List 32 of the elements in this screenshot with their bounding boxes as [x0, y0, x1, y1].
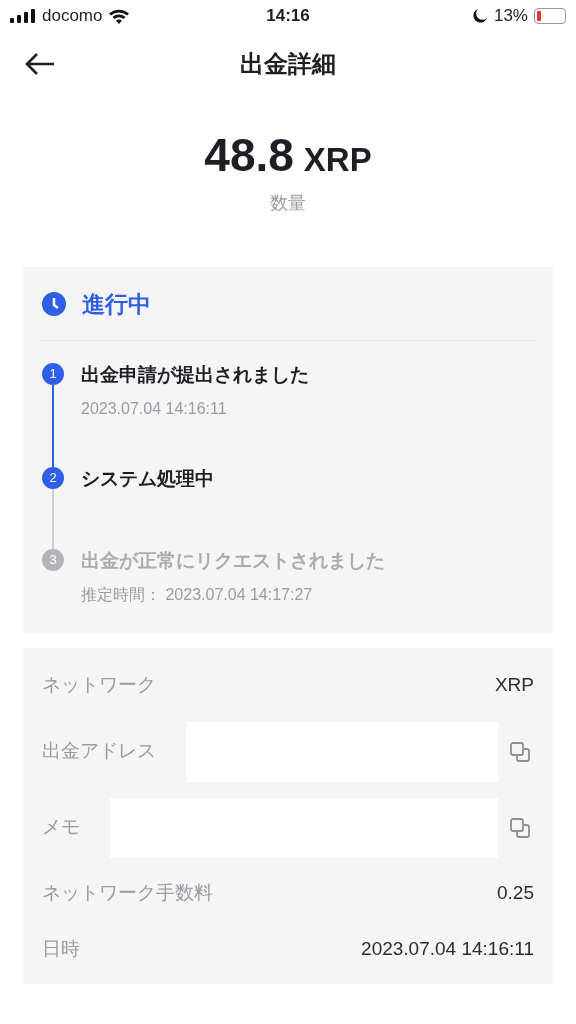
clock-time: 14:16	[266, 5, 310, 28]
step-title: 出金申請が提出されました	[81, 362, 309, 387]
status-title: 進行中	[82, 290, 151, 319]
page-title: 出金詳細	[240, 49, 336, 79]
amount-label: 数量	[270, 192, 306, 215]
step-time: 2023.07.04 14:16:11	[81, 398, 228, 419]
detail-label: ネットワーク	[42, 673, 156, 698]
signal-icon	[10, 9, 36, 23]
step-number: 1	[42, 362, 64, 385]
step-number: 2	[42, 466, 64, 489]
detail-value: XRP	[494, 673, 534, 698]
wifi-icon	[108, 8, 131, 24]
amount-value: 48.8	[204, 132, 294, 178]
step-title: 出金が正常にリクエストされました	[81, 548, 385, 573]
back-arrow-icon	[24, 52, 56, 76]
step-title: システム処理中	[81, 466, 214, 491]
detail-label: メモ	[42, 815, 80, 840]
detail-label: 日時	[42, 937, 80, 962]
detail-value: 0.25	[497, 881, 534, 906]
copy-icon	[510, 741, 530, 762]
step-time: 推定時間： 2023.07.04 14:17:27	[81, 584, 314, 605]
moon-icon	[471, 8, 488, 24]
detail-label: ネットワーク手数料	[42, 881, 213, 906]
step-number: 3	[42, 548, 64, 571]
detail-label: 出金アドレス	[42, 739, 156, 764]
detail-value: 2023.07.04 14:16:11	[361, 937, 534, 962]
carrier-name: docomo	[42, 5, 103, 28]
battery-icon	[534, 8, 566, 24]
battery-percent: 13%	[493, 5, 528, 28]
amount-unit: XRP	[303, 143, 372, 176]
clock-icon	[42, 292, 66, 317]
copy-icon	[510, 817, 530, 838]
